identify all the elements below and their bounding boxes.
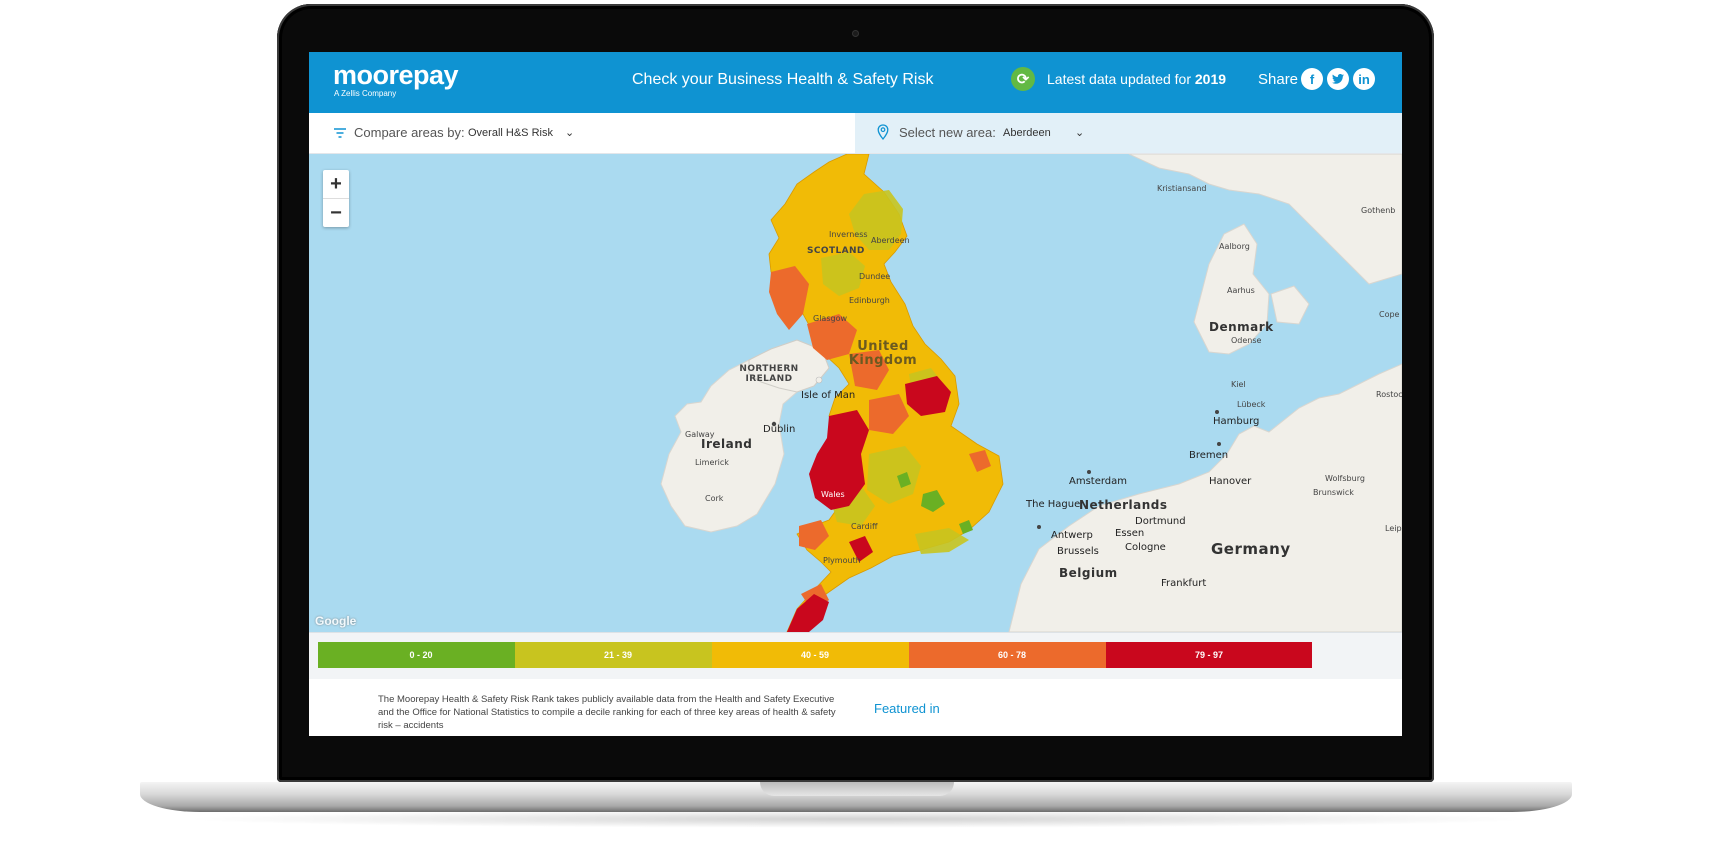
map-label-kristiansand: Kristiansand (1157, 184, 1207, 193)
isle-of-man (815, 376, 823, 384)
logo-text: moorepay (333, 60, 459, 90)
area-dropdown[interactable]: Aberdeen (1003, 127, 1051, 139)
legend-item-60-78: 60 - 78 (909, 642, 1115, 668)
map-label-germany: Germany (1211, 540, 1291, 558)
map-label-cope: Cope (1379, 310, 1400, 319)
map-label-antwerp: Antwerp (1051, 530, 1093, 541)
map-label-denmark: Denmark (1209, 320, 1274, 334)
continent-landmass (1008, 363, 1402, 632)
map-label-frankfurt: Frankfurt (1161, 578, 1207, 589)
map-label-lubeck: Lübeck (1237, 400, 1266, 409)
page-title: Check your Business Health & Safety Risk (632, 71, 934, 88)
map-label-leip: Leip (1385, 524, 1402, 533)
city-dot (1037, 525, 1041, 529)
legend-item-79-97: 79 - 97 (1106, 642, 1312, 668)
content-section: The Moorepay Health & Safety Risk Rank t… (309, 679, 1402, 736)
map-label-aalborg: Aalborg (1219, 242, 1250, 251)
map-label-brussels: Brussels (1057, 546, 1099, 557)
city-dot (1217, 442, 1221, 446)
top-header: moorepay A Zellis Company Check your Bus… (309, 52, 1402, 113)
map-label-rostock: Rostoc (1376, 390, 1402, 399)
featured-in-heading: Featured in (874, 701, 940, 716)
twitter-icon[interactable] (1327, 68, 1349, 90)
map-label-belgium: Belgium (1059, 566, 1118, 580)
chevron-down-icon[interactable]: ⌄ (1075, 126, 1084, 139)
camera-dot (852, 30, 859, 37)
legend-item-21-39: 21 - 39 (515, 642, 721, 668)
legend-item-0-20: 0 - 20 (318, 642, 524, 668)
filter-icon (334, 128, 346, 138)
map-label-plymouth: Plymouth (823, 556, 861, 565)
zoom-in-button[interactable]: + (323, 170, 349, 199)
map-label-northern-ireland: NORTHERN IRELAND (739, 364, 799, 384)
chevron-down-icon[interactable]: ⌄ (565, 126, 574, 139)
update-prefix: Latest data updated for (1047, 71, 1191, 87)
map-label-united-kingdom: United Kingdom (848, 339, 918, 368)
map-label-inverness: Inverness (829, 230, 868, 239)
map-label-scotland: SCOTLAND (807, 246, 865, 256)
map-label-cardiff: Cardiff (851, 522, 878, 531)
refresh-icon: ⟳ (1011, 67, 1035, 91)
risk-legend: 0 - 20 21 - 39 40 - 59 60 - 78 79 - 97 (309, 632, 1402, 679)
map-label-aberdeen: Aberdeen (871, 236, 910, 245)
risk-region-red (787, 594, 829, 632)
laptop-shadow (180, 810, 1540, 828)
city-dot (1087, 470, 1091, 474)
map-label-wolfsburg: Wolfsburg (1325, 474, 1365, 483)
share-label: Share (1258, 71, 1299, 88)
compare-dropdown[interactable]: Overall H&S Risk (468, 127, 553, 139)
compare-label: Compare areas by: (354, 125, 465, 140)
map-label-glasgow: Glasgow (813, 314, 848, 323)
map-label-ireland: Ireland (701, 437, 753, 451)
scandinavia-landmass (1128, 154, 1402, 285)
map-label-dundee: Dundee (859, 272, 891, 281)
map-label-edinburgh: Edinburgh (849, 296, 890, 305)
map-label-netherlands: Netherlands (1079, 498, 1168, 512)
zoom-out-button[interactable]: − (323, 199, 349, 227)
description-text: The Moorepay Health & Safety Risk Rank t… (378, 694, 836, 731)
map-label-bremen: Bremen (1189, 450, 1229, 461)
moorepay-logo[interactable]: moorepay A Zellis Company (333, 60, 459, 98)
map-label-wales: Wales (821, 490, 845, 499)
map-label-amsterdam: Amsterdam (1069, 476, 1128, 487)
map-label-cologne: Cologne (1125, 542, 1166, 553)
area-label: Select new area: (899, 125, 996, 140)
map-label-gothenburg: Gothenb (1361, 206, 1396, 215)
google-attribution[interactable]: Google (315, 614, 356, 628)
update-year: 2019 (1194, 71, 1227, 87)
linkedin-icon[interactable]: in (1353, 68, 1375, 90)
map-label-dortmund: Dortmund (1135, 516, 1186, 527)
risk-map[interactable]: + − Kristiansand Gothenb Aalborg Aarhus … (309, 154, 1402, 632)
logo-subtext: A Zellis Company (334, 89, 397, 98)
map-label-aarhus: Aarhus (1227, 286, 1255, 295)
map-label-hamburg: Hamburg (1213, 416, 1260, 427)
map-label-kiel: Kiel (1231, 380, 1246, 389)
map-label-odense: Odense (1231, 336, 1262, 345)
city-dot (1215, 410, 1219, 414)
legend-item-40-59: 40 - 59 (712, 642, 918, 668)
map-label-isle-of-man: Isle of Man (801, 390, 856, 401)
map-label-the-hague: The Hague (1026, 499, 1081, 510)
danish-island (1270, 285, 1310, 325)
map-label-hanover: Hanover (1209, 476, 1252, 487)
map-label-essen: Essen (1115, 528, 1145, 539)
location-pin-icon (877, 124, 889, 140)
zoom-controls: + − (323, 170, 349, 227)
update-status: Latest data updated for 2019 (1047, 71, 1226, 87)
browser-screen: moorepay A Zellis Company Check your Bus… (309, 52, 1402, 736)
map-label-dublin: Dublin (763, 424, 796, 435)
map-label-cork: Cork (705, 494, 724, 503)
map-label-brunswick: Brunswick (1313, 488, 1354, 497)
map-label-limerick: Limerick (695, 458, 729, 467)
facebook-icon[interactable]: f (1301, 68, 1323, 90)
laptop-notch (760, 782, 954, 796)
control-bar: Compare areas by: Overall H&S Risk ⌄ Sel… (309, 113, 1402, 154)
